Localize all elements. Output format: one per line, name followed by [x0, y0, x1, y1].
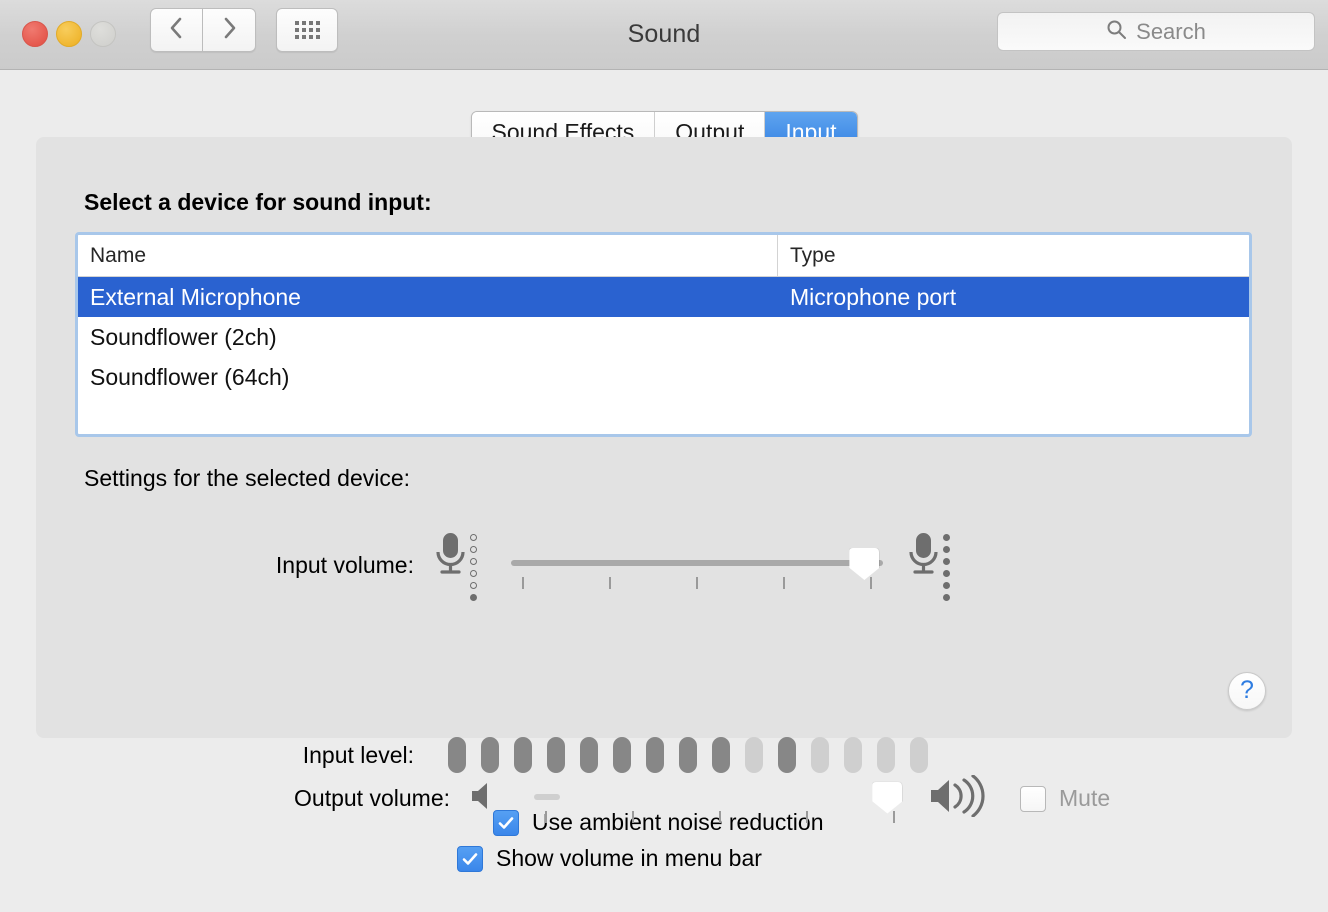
slider-thumb[interactable]	[849, 548, 880, 580]
mic-level-dots-low	[470, 529, 477, 601]
microphone-low-icon	[432, 529, 477, 601]
microphone-high-icon	[905, 529, 950, 601]
slider-ticks	[545, 810, 895, 823]
slider-track	[511, 560, 883, 566]
device-name: Soundflower (2ch)	[90, 324, 277, 350]
table-row[interactable]: Soundflower (64ch)	[78, 357, 1249, 397]
search-input[interactable]: Search	[997, 12, 1315, 51]
input-level-label: Input level:	[302, 741, 414, 768]
checkbox-box[interactable]	[457, 845, 483, 872]
checkbox-box[interactable]	[1020, 785, 1046, 812]
speaker-mute-icon	[468, 778, 500, 819]
output-volume-slider[interactable]	[534, 777, 906, 823]
slider-ticks	[522, 577, 872, 589]
table-header-row: Name Type	[78, 235, 1249, 277]
slider-track	[534, 793, 560, 800]
mute-checkbox[interactable]: Mute	[1020, 785, 1110, 812]
search-placeholder: Search	[1136, 18, 1206, 44]
checkmark-icon	[462, 852, 478, 865]
input-volume-row: Input volume:	[36, 529, 1292, 601]
mute-label: Mute	[1059, 785, 1111, 811]
show-volume-in-menu-bar-checkbox[interactable]: Show volume in menu bar	[457, 845, 762, 872]
search-icon	[1106, 19, 1127, 45]
column-header-type[interactable]: Type	[778, 235, 1249, 276]
table-row[interactable]: External Microphone Microphone port	[78, 277, 1249, 317]
output-volume-row: Output volume: Mute	[0, 774, 1328, 823]
input-level-row: Input level:	[36, 737, 1292, 773]
input-volume-slider[interactable]	[511, 543, 883, 589]
device-type: Microphone port	[790, 284, 957, 310]
mic-level-dots-high	[943, 529, 950, 601]
show-volume-in-menu-bar-label: Show volume in menu bar	[496, 845, 762, 871]
window-titlebar: Sound Search	[0, 0, 1328, 70]
input-level-meter	[448, 737, 928, 773]
output-volume-label: Output volume:	[294, 785, 450, 811]
slider-thumb[interactable]	[872, 781, 903, 814]
input-volume-label: Input volume:	[275, 551, 414, 578]
table-row[interactable]: Soundflower (2ch)	[78, 317, 1249, 357]
input-settings-panel: Select a device for sound input: Name Ty…	[36, 137, 1292, 836]
device-name: External Microphone	[90, 284, 301, 310]
device-table[interactable]: Name Type External Microphone Microphone…	[75, 232, 1252, 437]
settings-for-device-label: Settings for the selected device:	[84, 465, 411, 491]
speaker-loud-icon	[928, 774, 998, 822]
select-device-label: Select a device for sound input:	[84, 189, 432, 215]
help-icon[interactable]: ?	[1228, 672, 1266, 710]
device-name: Soundflower (64ch)	[90, 364, 290, 390]
column-header-name[interactable]: Name	[78, 235, 778, 276]
